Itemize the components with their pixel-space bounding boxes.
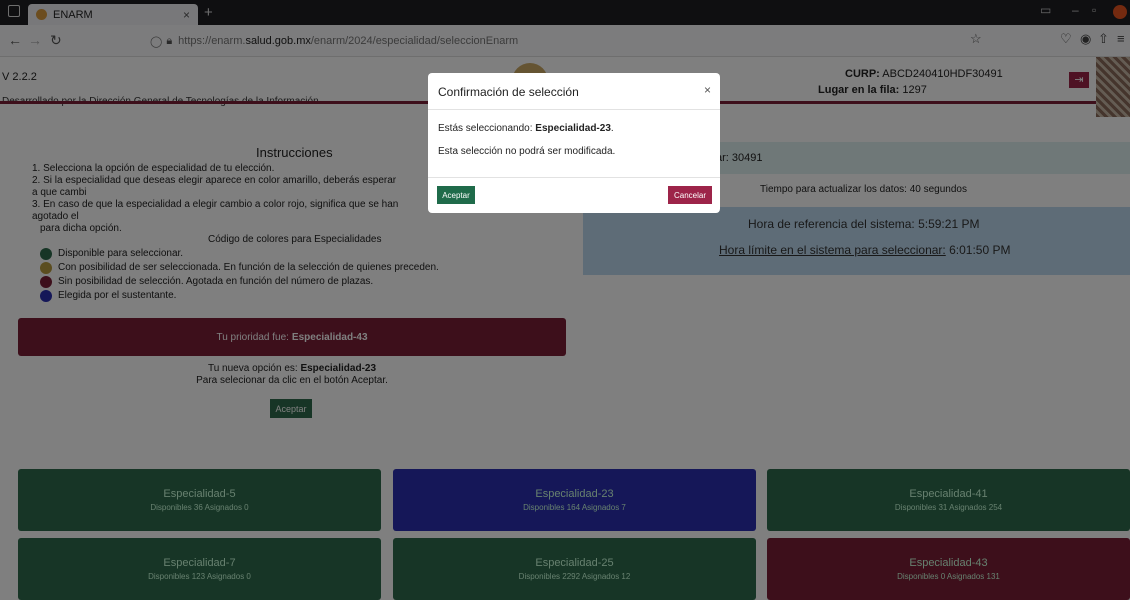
selection-value: Especialidad-23 (535, 123, 611, 134)
dialog-accept-button[interactable]: Aceptar (437, 186, 475, 204)
dialog-selection-text: Estás seleccionando: Especialidad-23. (438, 123, 614, 134)
dialog-warning-text: Esta selección no podrá ser modificada. (438, 146, 616, 157)
dialog-title: Confirmación de selección (438, 85, 579, 99)
dialog-cancel-button[interactable]: Cancelar (668, 186, 712, 204)
confirmation-dialog: Confirmación de selección × Estás selecc… (428, 73, 720, 213)
dialog-divider (428, 109, 720, 110)
selection-prefix: Estás seleccionando: (438, 123, 533, 134)
dialog-divider (428, 177, 720, 178)
close-icon[interactable]: × (704, 83, 711, 97)
selection-suffix: . (610, 123, 614, 134)
